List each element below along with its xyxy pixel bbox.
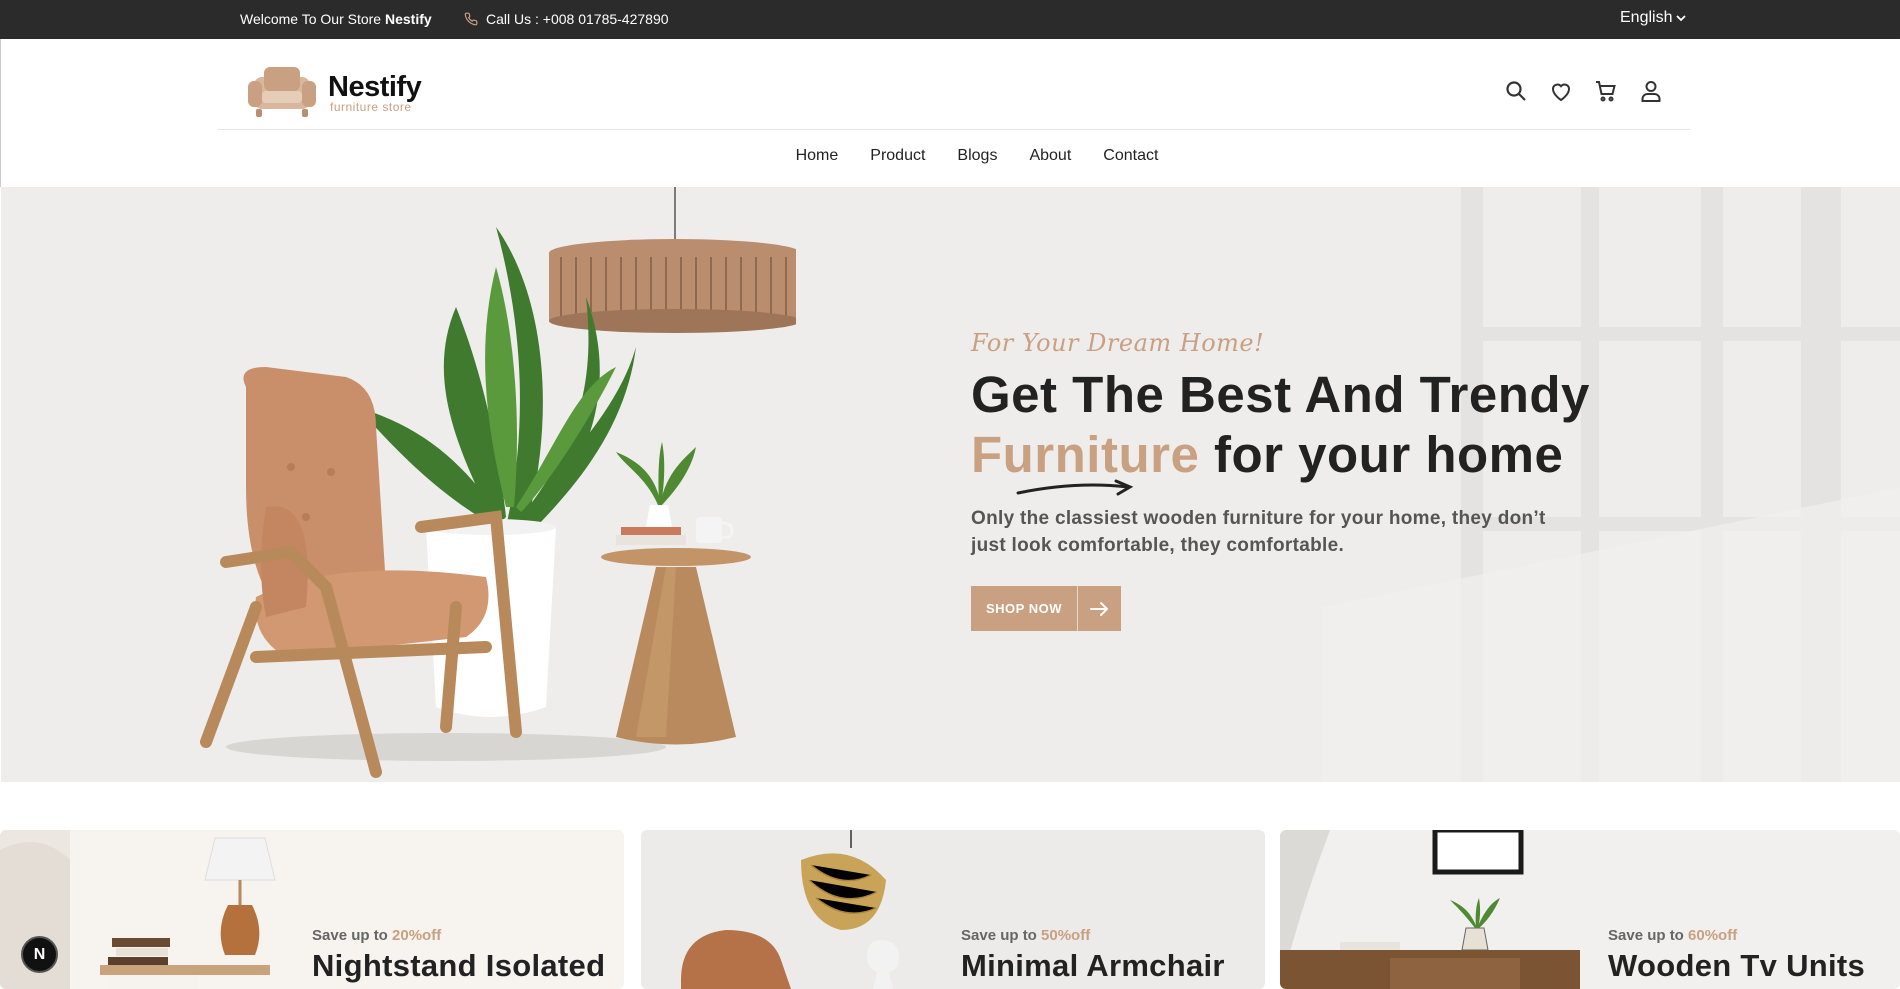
brand-subtitle: furniture store [330,100,412,114]
call-info: Call Us : +008 01785-427890 [464,11,669,27]
arrow-right-icon [1077,586,1121,631]
save-text: Save up to 50%off [961,927,1225,944]
cart-icon[interactable] [1594,79,1618,103]
phone-icon [464,12,478,26]
hero-tagline: For Your Dream Home! [971,329,1265,357]
category-cards: Save up to 20%off Nightstand Isolated Sa… [0,830,1900,989]
main-nav: Home Product Blogs About Contact [1,147,1900,165]
save-percent: 20%off [392,927,442,944]
top-bar: Welcome To Our Store Nestify Call Us : +… [0,0,1900,39]
language-label: English [1620,9,1673,26]
card-title: Minimal Armchair [961,948,1225,983]
hero-content: For Your Dream Home! Get The Best And Tr… [971,329,1590,631]
heart-icon[interactable] [1549,79,1573,103]
nav-item-contact[interactable]: Contact [1103,147,1158,165]
hero-banner: For Your Dream Home! Get The Best And Tr… [1,187,1900,782]
hero-headline: Get The Best And Trendy Furniture for yo… [971,365,1590,499]
nav-item-product[interactable]: Product [870,147,925,165]
armchair-plant-image [200,187,796,778]
shop-now-button[interactable]: SHOP NOW [971,586,1121,631]
save-percent: 60%off [1688,927,1738,944]
card-title: Wooden Tv Units [1608,948,1866,983]
card-label: Save up to 50%off Minimal Armchair [961,927,1225,984]
header-divider [218,129,1690,130]
card-label: Save up to 60%off Wooden Tv Units [1608,927,1865,984]
call-text: Call Us : +008 01785-427890 [486,11,669,27]
language-selector[interactable]: English [1620,9,1687,27]
header-icons [1504,79,1663,103]
category-card-tv-units[interactable]: Save up to 60%off Wooden Tv Units [1280,830,1900,989]
armchair-lamp-image [681,830,899,989]
card-label: Save up to 20%off Nightstand Isolated [312,927,605,984]
save-prefix: Save up to [1608,927,1684,944]
welcome-text: Welcome To Our Store Nestify [240,11,432,27]
headline-accent: Furniture [971,426,1200,483]
save-percent: 50%off [1041,927,1091,944]
save-text: Save up to 60%off [1608,927,1865,944]
headline-line-2: for your home [1199,426,1564,483]
site-header: Nestify furniture store Home Product Blo… [0,39,1900,187]
sofa-logo-icon [248,67,316,117]
nav-item-home[interactable]: Home [796,147,839,165]
chevron-down-icon [1676,15,1687,22]
user-icon[interactable] [1639,79,1663,103]
save-prefix: Save up to [312,927,388,944]
nav-item-about[interactable]: About [1029,147,1071,165]
category-card-armchair[interactable]: Save up to 50%off Minimal Armchair [641,830,1265,989]
shop-now-label: SHOP NOW [986,601,1062,616]
store-name: Nestify [384,11,432,27]
welcome-prefix: Welcome To Our Store [240,11,382,27]
badge-letter: N [33,945,46,963]
brand-name: Nestify [328,71,422,103]
tv-unit-image [1280,830,1580,989]
save-prefix: Save up to [961,927,1037,944]
search-icon[interactable] [1504,79,1528,103]
headline-line-1: Get The Best And Trendy [971,366,1590,423]
save-text: Save up to 20%off [312,927,605,944]
nav-item-blogs[interactable]: Blogs [957,147,997,165]
hero-description: Only the classiest wooden furniture for … [971,508,1546,556]
card-title: Nightstand Isolated [312,948,606,983]
category-card-nightstand[interactable]: Save up to 20%off Nightstand Isolated [0,830,624,989]
dev-tools-badge[interactable]: N [21,936,58,973]
logo[interactable]: Nestify furniture store [244,63,422,119]
